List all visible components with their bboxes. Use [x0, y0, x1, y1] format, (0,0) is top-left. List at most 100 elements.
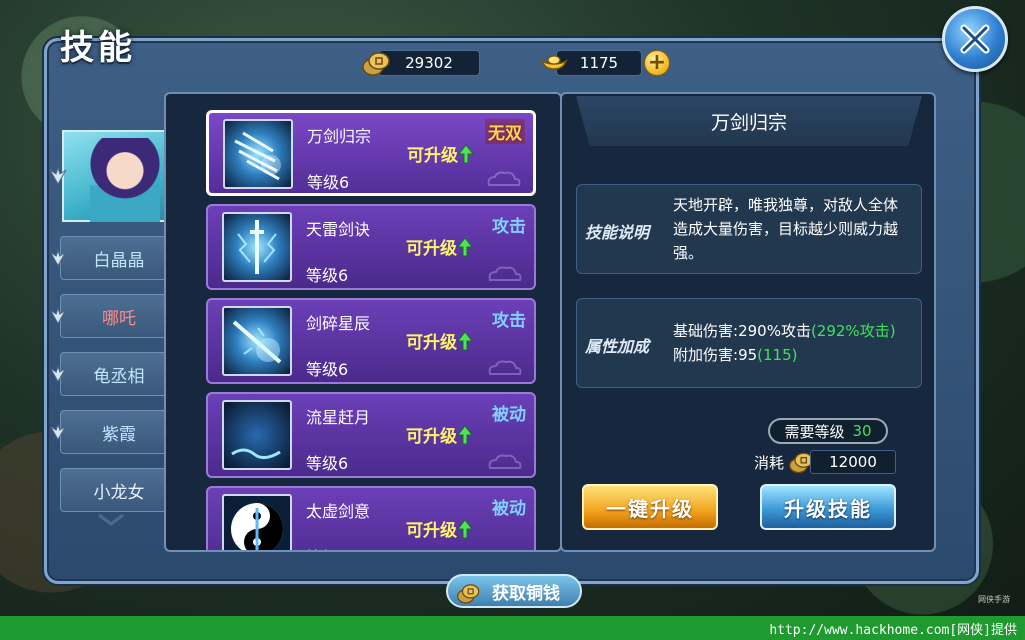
- skill-list-panel[interactable]: 万剑归宗 等级6 可升级 无双 天雷剑诀 等级6 可升级 攻击 剑碎星辰 等级6…: [164, 92, 562, 552]
- detail-skill-name: 万剑归宗: [576, 96, 922, 146]
- one-click-upgrade-button[interactable]: 一键升级: [582, 484, 718, 530]
- gold-ingot-icon: [540, 55, 568, 70]
- upgradable-text: 可升级: [406, 521, 457, 541]
- skill-level: 等级6: [306, 454, 349, 473]
- cost-value: 12000: [810, 450, 896, 474]
- cost-label: 消耗: [754, 454, 785, 472]
- skill-type-badge: 被动: [492, 499, 526, 519]
- arrow-up-icon: [457, 424, 473, 444]
- extra-damage-label: 附加伤害:: [673, 346, 739, 364]
- attribute-values: 基础伤害:290%攻击(292%攻击) 附加伤害:95(115): [673, 319, 923, 367]
- base-damage-value: 290%攻击: [738, 322, 811, 340]
- copper-currency: 29302: [362, 50, 480, 76]
- skill-name: 剑碎星辰: [306, 314, 371, 333]
- required-level-value: 30: [852, 422, 872, 440]
- page-title: 技能: [60, 28, 136, 68]
- upgradable-label: 可升级: [406, 422, 473, 447]
- character-tab-nezha[interactable]: 哪吒: [50, 294, 170, 338]
- skill-type-badge: 攻击: [492, 311, 526, 331]
- attribute-label: 属性加成: [585, 337, 650, 356]
- character-name: 小龙女: [93, 482, 145, 503]
- character-tab-xiaolongnv[interactable]: 小龙女: [60, 468, 170, 512]
- upgradable-text: 可升级: [407, 146, 458, 166]
- copper-coin-icon: [457, 584, 480, 604]
- base-damage-next: (292%攻击): [810, 322, 896, 340]
- attribute-bonus-box: 属性加成 基础伤害:290%攻击(292%攻击) 附加伤害:95(115): [576, 298, 922, 388]
- upgradable-text: 可升级: [406, 333, 457, 353]
- character-tab-baijingjing[interactable]: 白晶晶: [50, 236, 170, 280]
- upgradable-label: 可升级: [406, 516, 473, 541]
- character-tab-zixia[interactable]: 紫霞: [50, 410, 170, 454]
- skill-level: 等级6: [306, 360, 349, 379]
- copper-coin-icon: [362, 52, 390, 76]
- skill-name: 万剑归宗: [307, 127, 372, 146]
- cloud-decoration-icon: [487, 171, 521, 186]
- character-name: 白晶晶: [93, 250, 145, 271]
- wing-badge-icon: [50, 365, 66, 383]
- crescent-moon-skill-icon: [222, 400, 292, 470]
- footer-text: http://www.hackhome.com[网侠]提供: [769, 622, 1017, 638]
- skill-card-jiansuixingchen[interactable]: 剑碎星辰 等级6 可升级 攻击: [206, 298, 536, 384]
- base-damage-label: 基础伤害:: [673, 322, 739, 340]
- arrow-up-icon: [457, 518, 473, 538]
- lightning-sword-skill-icon: [222, 212, 292, 282]
- skill-level: 等级6: [307, 173, 350, 192]
- cloud-decoration-icon: [488, 360, 522, 375]
- upgradable-label: 可升级: [407, 141, 474, 166]
- chevron-down-icon[interactable]: [96, 512, 126, 528]
- close-icon: [960, 24, 990, 54]
- upgradable-text: 可升级: [406, 427, 457, 447]
- yin-yang-skill-icon: [222, 494, 292, 550]
- base-damage-row: 基础伤害:290%攻击(292%攻击): [673, 319, 923, 343]
- skill-card-liuxingganyue[interactable]: 流星赶月 等级6 可升级 被动: [206, 392, 536, 478]
- skill-name: 流星赶月: [306, 408, 371, 427]
- skill-name: 天雷剑诀: [306, 220, 371, 239]
- upgradable-label: 可升级: [406, 234, 473, 259]
- required-level-badge: 需要等级 30: [768, 418, 888, 444]
- get-copper-label: 获取铜钱: [492, 583, 560, 604]
- required-level-label: 需要等级: [784, 422, 845, 441]
- character-name: 龟丞相: [93, 366, 145, 387]
- skill-detail-panel: 万剑归宗 技能说明 天地开辟，唯我独尊，对敌人全体造成大量伤害，目标越少则威力越…: [560, 92, 936, 552]
- description-label: 技能说明: [585, 223, 650, 242]
- wing-badge-icon: [50, 249, 66, 267]
- star-shatter-skill-icon: [222, 306, 292, 376]
- extra-damage-value: 95: [738, 346, 758, 364]
- skill-card-tianleijianjue[interactable]: 天雷剑诀 等级6 可升级 攻击: [206, 204, 536, 290]
- wing-badge-icon: [50, 423, 66, 441]
- gold-currency: 1175: [540, 50, 642, 76]
- cloud-decoration-icon: [488, 454, 522, 469]
- skill-level: 等级6: [306, 544, 348, 550]
- sword-swarm-skill-icon: [223, 119, 293, 189]
- arrow-up-icon: [457, 236, 473, 256]
- copper-amount: 29302: [405, 54, 453, 72]
- upgrade-skill-button[interactable]: 升级技能: [760, 484, 896, 530]
- skill-card-taixujianyi[interactable]: 太虚剑意 等级6 可升级 被动: [206, 486, 536, 550]
- character-tab-guichengxiang[interactable]: 龟丞相: [50, 352, 170, 396]
- extra-damage-row: 附加伤害:95(115): [673, 343, 923, 367]
- gold-amount: 1175: [579, 54, 619, 72]
- wing-badge-icon: [49, 166, 67, 186]
- arrow-up-icon: [457, 330, 473, 350]
- character-name: 紫霞: [102, 424, 136, 445]
- description-text: 天地开辟，唯我独尊，对敌人全体造成大量伤害，目标越少则威力越强。: [673, 196, 899, 262]
- character-name: 哪吒: [102, 308, 136, 329]
- site-logo: 网侠手游: [978, 595, 1010, 604]
- skill-name: 太虚剑意: [306, 502, 371, 521]
- close-button[interactable]: [942, 6, 1008, 72]
- upgradable-label: 可升级: [406, 328, 473, 353]
- skill-card-wanjianguizong[interactable]: 万剑归宗 等级6 可升级 无双: [206, 110, 536, 196]
- wing-badge-icon: [50, 307, 66, 325]
- get-copper-button[interactable]: 获取铜钱: [446, 574, 582, 608]
- skill-type-badge: 无双: [485, 119, 525, 144]
- add-gold-button[interactable]: +: [644, 50, 670, 76]
- arrow-up-icon: [458, 143, 474, 163]
- skill-type-badge: 攻击: [492, 217, 526, 237]
- skill-description-box: 技能说明 天地开辟，唯我独尊，对敌人全体造成大量伤害，目标越少则威力越强。: [576, 184, 922, 274]
- skill-type-badge: 被动: [492, 405, 526, 425]
- upgradable-text: 可升级: [406, 239, 457, 259]
- cloud-decoration-icon: [488, 266, 522, 281]
- character-avatar: [90, 138, 160, 222]
- extra-damage-next: (115): [757, 346, 798, 364]
- skill-level: 等级6: [306, 266, 349, 285]
